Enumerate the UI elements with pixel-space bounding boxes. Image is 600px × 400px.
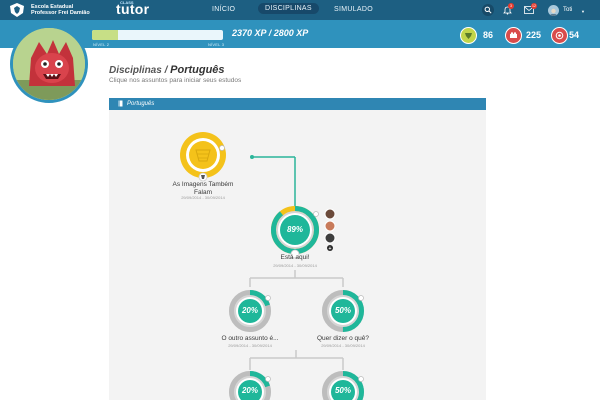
plus-icon: + xyxy=(329,246,332,252)
node-2-label[interactable]: O outro assunto é... xyxy=(206,335,294,343)
node-3-label[interactable]: Quer dizer o quê? xyxy=(303,335,383,343)
node-1-date: 29/09/2014 - 30/09/2014 xyxy=(273,263,317,268)
status-dot xyxy=(265,295,271,301)
friend-avatar[interactable] xyxy=(324,232,336,244)
node-5-percent: 50% xyxy=(334,386,351,395)
status-dot xyxy=(265,376,271,382)
node-3-percent: 50% xyxy=(334,306,351,315)
node-1-percent: 89% xyxy=(286,225,303,234)
friend-avatar[interactable] xyxy=(324,220,336,232)
subject-node-0[interactable] xyxy=(180,132,226,182)
node-0-label[interactable]: As Imagens Também Falam xyxy=(163,181,243,196)
node-4-percent: 20% xyxy=(241,386,258,395)
status-dot xyxy=(358,376,364,382)
node-0-label-line1: As Imagens Também xyxy=(172,181,234,188)
node-1-label[interactable]: Está aqui! xyxy=(255,254,335,262)
node-2-percent: 20% xyxy=(241,306,258,315)
node-0-date: 29/09/2014 - 30/09/2014 xyxy=(181,195,225,200)
status-dot xyxy=(358,295,364,301)
node-3-date: 29/09/2014 - 30/09/2014 xyxy=(321,343,365,348)
connector-dot xyxy=(250,155,254,159)
subject-tree: + xyxy=(180,132,364,400)
status-dot xyxy=(313,211,319,217)
node-2-date: 29/09/2014 - 30/09/2014 xyxy=(228,343,272,348)
friend-avatar[interactable] xyxy=(324,208,336,220)
